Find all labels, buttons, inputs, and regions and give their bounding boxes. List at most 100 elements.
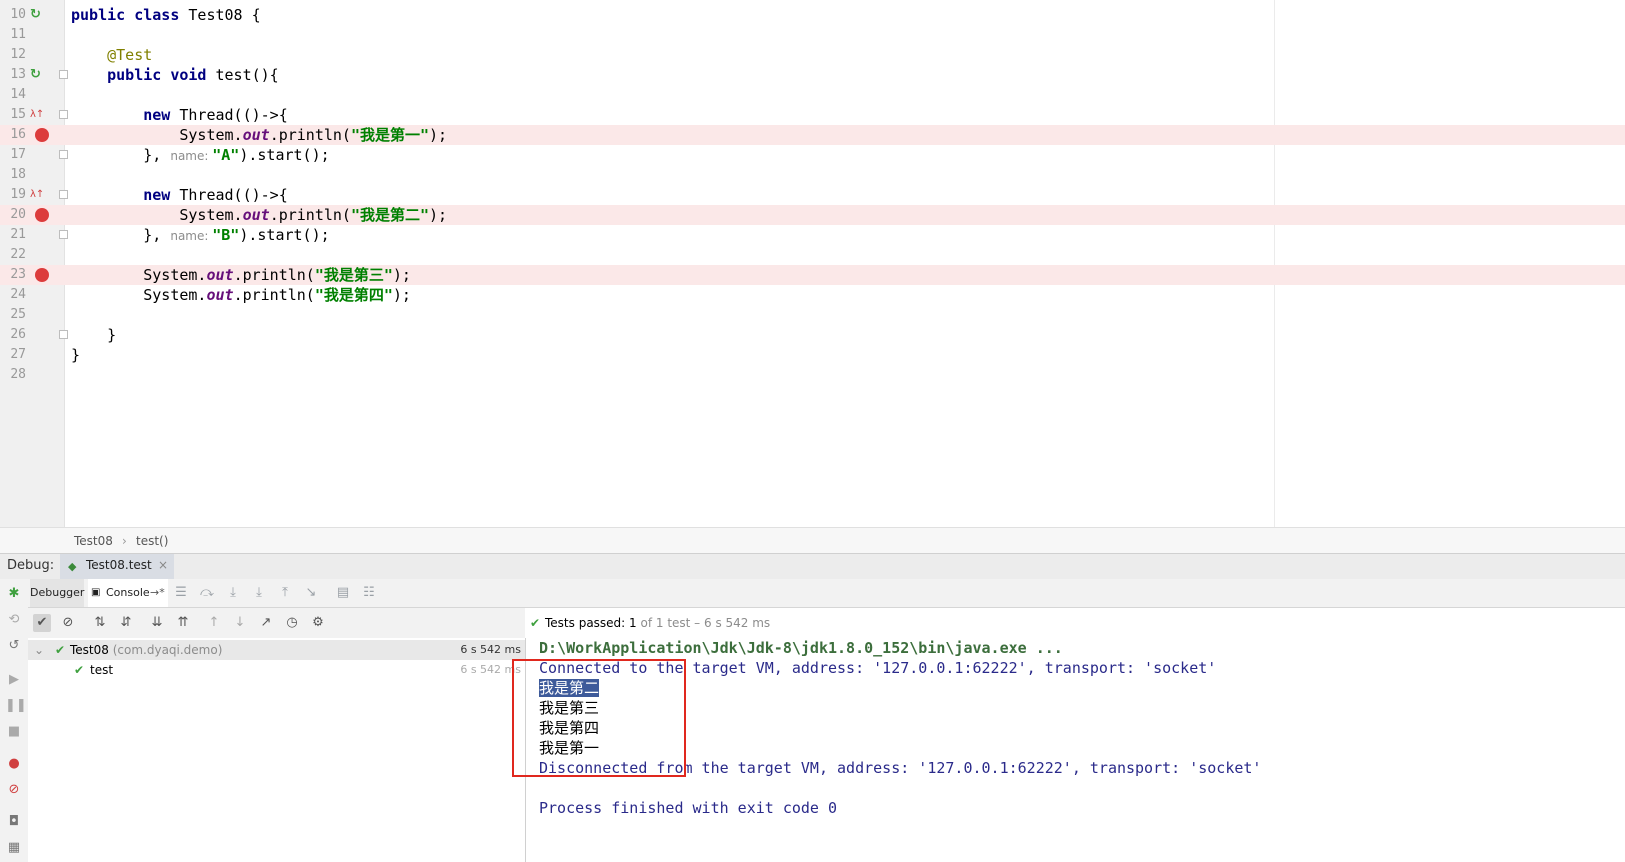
rerun-debug-icon[interactable]: ✱ [5, 585, 23, 603]
line-number[interactable]: 11 [0, 25, 26, 45]
step-into-icon[interactable]: ⤓ [224, 584, 242, 602]
show-passed-icon[interactable]: ✔ [33, 614, 51, 632]
annotation-token: @Test [107, 46, 153, 64]
code-line[interactable]: 19 λ↑ new Thread(()->{ [0, 185, 1625, 205]
breakpoint-icon[interactable] [35, 268, 49, 282]
fold-marker-icon[interactable] [59, 230, 68, 239]
code-line[interactable]: 18 [0, 165, 1625, 185]
line-number[interactable]: 22 [0, 245, 26, 265]
code-line[interactable]: 17 }, name: "A").start(); [0, 145, 1625, 165]
tree-row-test08[interactable]: ⌄ ✔ Test08 (com.dyaqi.demo) 6 s 542 ms [28, 640, 525, 660]
force-step-into-icon[interactable]: ⤓ [250, 584, 268, 602]
export-results-icon[interactable]: ↗ [257, 614, 275, 632]
line-number[interactable]: 24 [0, 285, 26, 305]
tree-row-test[interactable]: ✔ test 6 s 542 ms [28, 660, 525, 680]
next-failed-icon[interactable]: ↓ [231, 614, 249, 632]
code-line[interactable]: 12 @Test [0, 45, 1625, 65]
code-line[interactable]: 13 ↻ public void test(){ [0, 65, 1625, 85]
layout-icon[interactable]: ▦ [5, 839, 23, 857]
trace-stream-icon[interactable]: ☷ [360, 584, 378, 602]
string-token: "A" [212, 146, 240, 164]
collapse-all-icon[interactable]: ⇈ [174, 614, 192, 632]
close-tab-icon[interactable]: × [158, 558, 168, 572]
test-history-icon[interactable]: ◷ [283, 614, 301, 632]
step-out-icon[interactable]: ⤒ [276, 584, 294, 602]
run-icon[interactable]: ↻ [30, 8, 44, 22]
line-number[interactable]: 26 [0, 325, 26, 345]
code-line[interactable]: 11 [0, 25, 1625, 45]
modify-config-icon[interactable]: ⟲ [5, 611, 23, 629]
code-line[interactable]: 26 } [0, 325, 1625, 345]
test-status-bar: ✔ Tests passed: 1 of 1 test – 6 s 542 ms [526, 608, 1625, 638]
line-number[interactable]: 25 [0, 305, 26, 325]
camera-icon[interactable]: ◘ [5, 813, 23, 831]
code-line[interactable]: 27} [0, 345, 1625, 365]
code-line[interactable]: 20 System.out.println("我是第二"); [0, 205, 1625, 225]
previous-failed-icon[interactable]: ↑ [205, 614, 223, 632]
keyword-token: new [143, 186, 180, 204]
code-line[interactable]: 10 ↻ public class Test08 { [0, 5, 1625, 25]
tab-debugger[interactable]: Debugger [30, 579, 84, 607]
code-line[interactable]: 22 [0, 245, 1625, 265]
code-line[interactable]: 24 System.out.println("我是第四"); [0, 285, 1625, 305]
view-breakpoints-icon[interactable]: ● [5, 755, 23, 773]
code-line[interactable]: 15 λ↑ new Thread(()->{ [0, 105, 1625, 125]
show-execution-point-icon[interactable]: ☰ [172, 584, 190, 602]
code-line[interactable]: 14 [0, 85, 1625, 105]
line-number[interactable]: 14 [0, 85, 26, 105]
sort-by-duration-icon[interactable]: ⇵ [117, 614, 135, 632]
code-token: .println( [233, 266, 315, 284]
step-over-icon[interactable]: ⤼ [198, 584, 216, 602]
breakpoint-icon[interactable] [35, 208, 49, 222]
tab-test08-test[interactable]: ◆ Test08.test × [60, 554, 174, 579]
code-line[interactable]: 16 System.out.println("我是第一"); [0, 125, 1625, 145]
line-number[interactable]: 27 [0, 345, 26, 365]
fold-marker-icon[interactable] [59, 190, 68, 199]
console-output[interactable]: D:\WorkApplication\Jdk\Jdk-8\jdk1.8.0_15… [526, 638, 1625, 862]
expand-all-icon[interactable]: ⇊ [148, 614, 166, 632]
show-ignored-icon[interactable]: ⊘ [59, 614, 77, 632]
lambda-icon[interactable]: λ↑ [30, 108, 44, 122]
console-icon: ▣ [91, 587, 101, 598]
line-number[interactable]: 10 [0, 5, 26, 25]
keyword-token: public void [107, 66, 216, 84]
line-number[interactable]: 13 [0, 65, 26, 85]
line-number[interactable]: 21 [0, 225, 26, 245]
chevron-down-icon[interactable]: ⌄ [34, 640, 44, 660]
stop-icon[interactable]: ■ [5, 723, 23, 741]
run-to-cursor-icon[interactable]: ↘ [302, 584, 320, 602]
line-number[interactable]: 20 [0, 205, 26, 225]
fold-marker-icon[interactable] [59, 330, 68, 339]
line-number[interactable]: 16 [0, 125, 26, 145]
run-icon[interactable]: ↻ [30, 68, 44, 82]
lambda-icon[interactable]: λ↑ [30, 188, 44, 202]
fold-marker-icon[interactable] [59, 110, 68, 119]
line-number[interactable]: 23 [0, 265, 26, 285]
fold-marker-icon[interactable] [59, 150, 68, 159]
sort-alphabetically-icon[interactable]: ⇅ [91, 614, 109, 632]
test-duration: 6 s 542 ms [460, 643, 521, 656]
breakpoint-icon[interactable] [35, 128, 49, 142]
code-line[interactable]: 28 [0, 365, 1625, 385]
tab-console[interactable]: ▣ Console →* [88, 579, 168, 607]
line-number[interactable]: 17 [0, 145, 26, 165]
code-editor[interactable]: 10 ↻ public class Test08 {11 12 @Test 13 ↻ pu… [0, 0, 1625, 527]
evaluate-expression-icon[interactable]: ▤ [334, 584, 352, 602]
code-line[interactable]: 21 }, name: "B").start(); [0, 225, 1625, 245]
code-line[interactable]: 25 [0, 305, 1625, 325]
code-line[interactable]: 23 System.out.println("我是第三"); [0, 265, 1625, 285]
pause-icon[interactable]: ❚❚ [5, 697, 27, 715]
settings-gear-icon[interactable]: ⚙ [309, 614, 327, 632]
line-number[interactable]: 18 [0, 165, 26, 185]
resume-icon[interactable]: ▶ [5, 671, 23, 689]
mute-breakpoints-icon[interactable]: ⊘ [5, 781, 23, 799]
breadcrumb-method[interactable]: test() [136, 534, 168, 548]
fold-marker-icon[interactable] [59, 70, 68, 79]
line-number[interactable]: 15 [0, 105, 26, 125]
line-number[interactable]: 28 [0, 365, 26, 385]
line-number[interactable]: 19 [0, 185, 26, 205]
line-number[interactable]: 12 [0, 45, 26, 65]
restore-layout-icon[interactable]: ↺ [5, 637, 23, 655]
breadcrumb-class[interactable]: Test08 [74, 534, 113, 548]
